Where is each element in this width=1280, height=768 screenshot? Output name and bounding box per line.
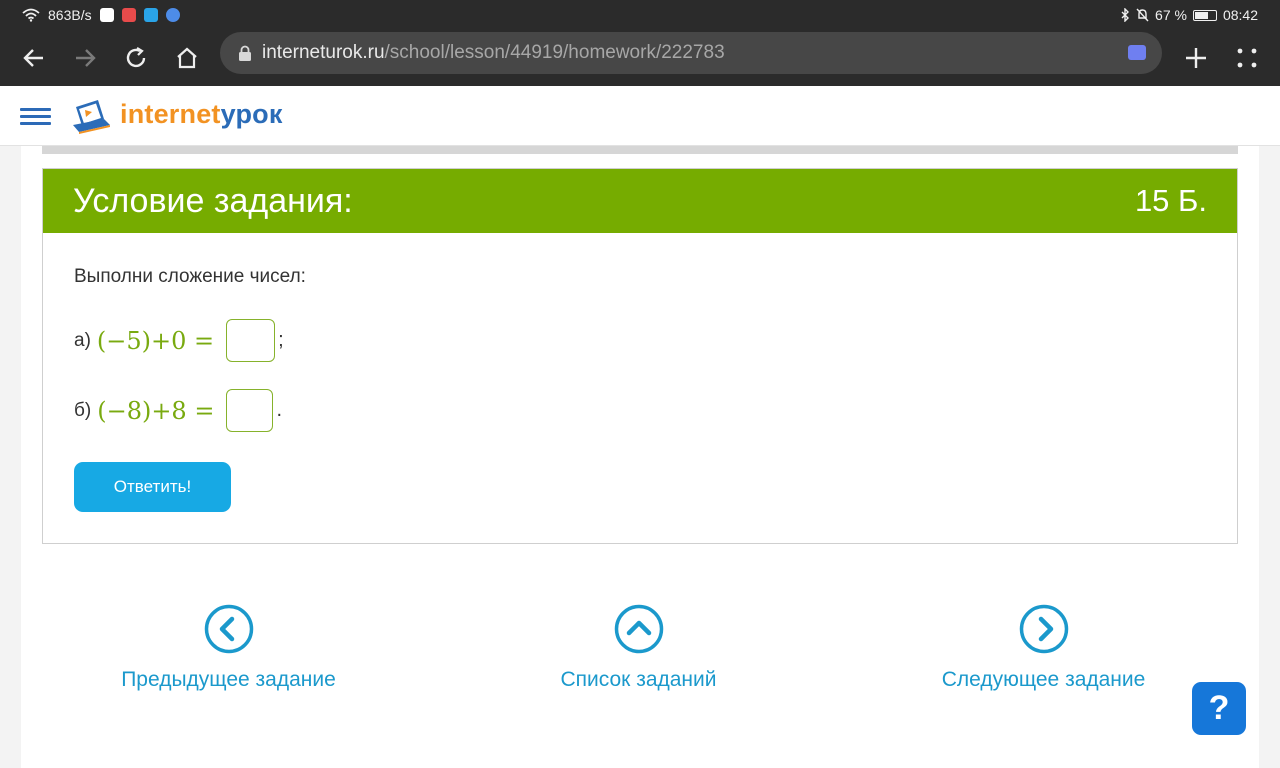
submit-answer-button[interactable]: Ответить! <box>74 462 231 512</box>
reload-icon <box>126 47 145 68</box>
logo-part-internet: internet <box>120 99 221 129</box>
site-header: internetурок <box>0 86 1280 146</box>
reload-button[interactable] <box>110 36 161 80</box>
site-logo-text[interactable]: internetурок <box>120 99 283 130</box>
battery-level <box>1194 11 1208 19</box>
globe-app-icon <box>165 8 180 22</box>
item-a-expression: (−5)+0 = <box>96 326 215 355</box>
logo-laptop-icon[interactable] <box>70 95 112 137</box>
clock: 08:42 <box>1222 7 1258 23</box>
browser-toolbar: interneturok.ru/school/lesson/44919/home… <box>0 30 1280 86</box>
plus-icon <box>1185 48 1206 68</box>
content-panel: Условие задания: 15 Б. Выполни сложение … <box>21 146 1259 768</box>
hamburger-menu-icon[interactable] <box>20 108 51 126</box>
back-button[interactable] <box>8 36 59 80</box>
search-app-icon <box>143 8 158 22</box>
item-a-punctuation: ; <box>278 329 284 351</box>
url-host: interneturok.ru <box>262 42 385 63</box>
arrow-right-icon <box>75 49 96 67</box>
pocket-app-icon <box>99 8 114 22</box>
browser-menu-button[interactable] <box>1221 36 1272 80</box>
task-card-header: Условие задания: 15 Б. <box>43 169 1237 233</box>
mute-bell-icon <box>1136 8 1149 22</box>
arrow-left-icon <box>22 49 43 67</box>
url-path: /school/lesson/44919/homework/222783 <box>384 42 725 63</box>
item-b-punctuation: . <box>276 399 283 421</box>
task-list-link[interactable]: Список заданий <box>536 604 741 692</box>
new-tab-button[interactable] <box>1170 36 1221 80</box>
item-b-expression: (−8)+8 = <box>97 396 215 425</box>
answer-input-b[interactable] <box>226 389 274 432</box>
home-icon <box>176 47 197 69</box>
task-title: Условие задания: <box>73 181 353 220</box>
url-text: interneturok.ru/school/lesson/44919/home… <box>262 42 725 64</box>
next-task-link[interactable]: Следующее задание <box>931 604 1156 692</box>
task-item-b: б) (−8)+8 = . <box>74 389 282 432</box>
address-bar[interactable]: interneturok.ru/school/lesson/44919/home… <box>220 32 1162 74</box>
lock-icon <box>239 45 251 61</box>
task-list-label: Список заданий <box>560 668 717 691</box>
previous-task-link[interactable]: Предыдущее задание <box>101 604 356 692</box>
battery-percent: 67 % <box>1155 7 1187 23</box>
answer-input-a[interactable] <box>226 319 276 362</box>
status-left-group: 863B/s <box>22 7 180 23</box>
system-status-bar: 863B/s 67 % 08:42 <box>0 0 1280 30</box>
previous-task-label: Предыдущее задание <box>121 668 336 691</box>
chevron-right-circle-icon <box>1019 604 1068 654</box>
status-right-group: 67 % 08:42 <box>1120 7 1258 23</box>
logo-part-urok: урок <box>220 99 283 129</box>
chevron-up-circle-icon <box>614 604 663 654</box>
previous-block-edge <box>42 146 1238 154</box>
network-speed: 863B/s <box>48 7 92 23</box>
more-dots-icon <box>1237 48 1256 68</box>
forward-button[interactable] <box>59 36 110 80</box>
help-button[interactable]: ? <box>1192 682 1246 735</box>
task-points: 15 Б. <box>1134 183 1207 218</box>
tab-icon[interactable] <box>1128 45 1146 60</box>
item-a-label: а) <box>74 329 91 351</box>
wifi-icon <box>22 8 40 22</box>
task-item-a: а) (−5)+0 = ; <box>74 319 284 362</box>
item-b-label: б) <box>74 399 92 421</box>
task-card: Условие задания: 15 Б. Выполни сложение … <box>42 168 1238 544</box>
chevron-left-circle-icon <box>204 604 253 654</box>
next-task-label: Следующее задание <box>941 668 1146 691</box>
task-instruction: Выполни сложение чисел: <box>74 266 306 287</box>
bluetooth-icon <box>1121 8 1130 22</box>
home-button[interactable] <box>161 36 212 80</box>
battery-icon <box>1192 9 1217 21</box>
red-app-icon <box>121 8 136 22</box>
